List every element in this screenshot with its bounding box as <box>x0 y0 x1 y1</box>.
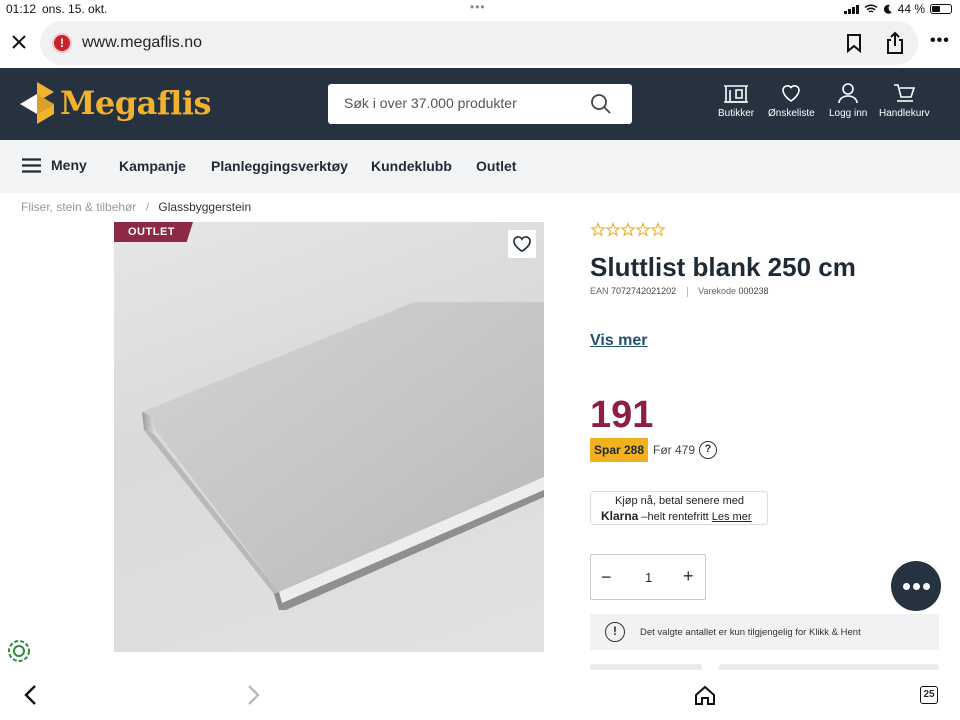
cart-icon <box>894 84 916 102</box>
multitask-dots-icon[interactable]: ••• <box>470 0 486 14</box>
browser-address-bar: ! www.megaflis.no ••• <box>0 18 960 68</box>
klarna-box: Kjøp nå, betal senere med Klarna –helt r… <box>590 491 768 525</box>
sku-label: Varekode <box>698 286 736 296</box>
header-nav-login[interactable]: Logg inn <box>829 82 867 119</box>
forward-icon[interactable] <box>246 684 262 706</box>
heart-icon <box>782 85 801 102</box>
share-icon[interactable] <box>885 31 905 55</box>
status-date: ons. 15. okt. <box>42 2 108 16</box>
quantity-value[interactable]: 1 <box>645 570 652 585</box>
hamburger-icon <box>22 157 41 173</box>
url-field[interactable]: ! www.megaflis.no <box>40 21 918 65</box>
user-icon <box>838 83 858 104</box>
status-bar: 01:12 ons. 15. okt. ••• 44 % <box>0 0 960 18</box>
star-rating-icons <box>590 222 666 237</box>
nav-link-kampanje[interactable]: Kampanje <box>119 158 186 174</box>
sku-value: 000238 <box>738 286 769 296</box>
decrease-quantity-button[interactable]: − <box>601 567 612 588</box>
nav-link-kundeklubb[interactable]: Kundeklubb <box>371 158 452 174</box>
menu-button[interactable]: Meny <box>22 157 87 173</box>
header-nav-label: Ønskeliste <box>768 108 815 119</box>
product-image[interactable]: OUTLET <box>114 222 544 652</box>
battery-percent: 44 % <box>897 2 925 16</box>
star-icon <box>620 222 636 237</box>
logo-mark-icon <box>20 82 54 124</box>
show-more-link[interactable]: Vis mer <box>590 332 648 350</box>
klarna-text: –helt rentefritt <box>641 511 709 523</box>
nav-link-outlet[interactable]: Outlet <box>476 158 516 174</box>
signal-icon <box>843 4 859 14</box>
breadcrumb-current[interactable]: Glassbyggerstein <box>158 200 251 214</box>
breadcrumb-separator: / <box>145 200 150 214</box>
header-nav-label: Logg inn <box>829 108 868 119</box>
product-price: 191 <box>590 394 654 436</box>
star-icon <box>605 222 621 237</box>
klarna-read-more-link[interactable]: Les mer <box>712 511 752 523</box>
id-divider <box>686 286 688 297</box>
breadcrumb-parent[interactable]: Fliser, stein & tilbehør <box>21 200 136 214</box>
ean-value: 7072742021202 <box>611 286 677 296</box>
url-text[interactable]: www.megaflis.no <box>82 34 202 52</box>
star-icon <box>650 222 666 237</box>
bookmark-icon[interactable] <box>846 33 862 53</box>
home-icon[interactable] <box>694 684 716 706</box>
star-icon <box>635 222 651 237</box>
battery-icon <box>930 4 952 14</box>
status-right: 44 % <box>843 2 952 16</box>
header-nav-wishlist[interactable]: Ønskeliste <box>768 82 815 119</box>
moon-icon <box>883 4 892 14</box>
increase-quantity-button[interactable]: + <box>683 566 694 587</box>
product-identifiers: EAN 7072742021202 Varekode 000238 <box>590 286 769 297</box>
klarna-line2: Klarna –helt rentefritt Les mer <box>601 509 752 523</box>
main-nav: Meny Kampanje Planleggingsverktøy Kundek… <box>0 140 960 193</box>
breadcrumb: Fliser, stein & tilbehør / Glassbyggerst… <box>21 200 251 214</box>
cookie-settings-icon[interactable] <box>7 639 31 663</box>
outlet-badge: OUTLET <box>114 222 193 242</box>
add-to-wishlist-button[interactable] <box>508 230 536 258</box>
availability-notice-text: Det valgte antallet er kun tilgjengelig … <box>640 627 861 638</box>
product-title: Sluttlist blank 250 cm <box>590 252 856 282</box>
menu-label: Meny <box>51 157 87 173</box>
info-icon: ! <box>605 622 625 642</box>
save-badge: Spar 288 <box>590 438 649 462</box>
store-icon <box>724 85 749 103</box>
heart-icon <box>513 236 531 253</box>
star-icon <box>590 222 606 237</box>
nav-link-planleggingsverktoy[interactable]: Planleggingsverktøy <box>211 158 348 174</box>
rating-stars[interactable] <box>590 222 670 238</box>
more-options-icon[interactable]: ••• <box>930 32 950 50</box>
search-icon[interactable] <box>590 93 612 115</box>
logo[interactable]: Megaflis <box>20 82 211 124</box>
header-nav-label: Butikker <box>718 108 755 119</box>
status-time: 01:12 <box>6 2 37 16</box>
klarna-line1: Kjøp nå, betal senere med <box>615 495 745 507</box>
search-input[interactable]: Søk i over 37.000 produkter <box>328 84 632 124</box>
header-nav-cart[interactable]: Handlekurv <box>879 82 930 119</box>
wifi-icon <box>864 4 878 13</box>
header-nav-stores[interactable]: Butikker <box>718 82 754 119</box>
price-help-icon[interactable]: ? <box>699 441 717 459</box>
product-photo <box>142 302 544 610</box>
not-secure-icon[interactable]: ! <box>52 33 72 53</box>
logo-text: Megaflis <box>60 84 211 122</box>
back-icon[interactable] <box>22 684 38 706</box>
before-price: Før 479 <box>653 443 696 457</box>
quantity-stepper: − 1 + <box>590 554 706 600</box>
header-nav-label: Handlekurv <box>879 108 930 119</box>
tabs-button[interactable]: 25 <box>920 686 938 704</box>
close-icon[interactable] <box>9 32 29 52</box>
search-placeholder: Søk i over 37.000 produkter <box>344 95 517 111</box>
site-header: Megaflis Søk i over 37.000 produkter But… <box>0 68 960 140</box>
ean-label: EAN <box>590 286 609 296</box>
browser-toolbar: 25 <box>0 670 960 720</box>
availability-notice: ! Det valgte antallet er kun tilgjengeli… <box>590 614 939 650</box>
chat-button[interactable] <box>891 561 941 611</box>
klarna-logo: Klarna <box>601 509 639 523</box>
